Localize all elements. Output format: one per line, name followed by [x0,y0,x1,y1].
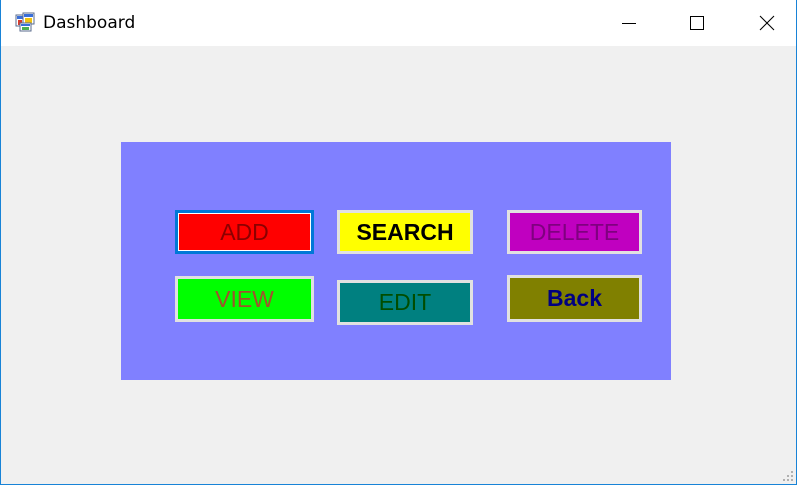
edit-button[interactable]: EDIT [337,280,473,325]
dashboard-window: Dashboard ADD SEARCH DELETE VIEW EDIT Ba… [0,0,797,485]
title-bar[interactable]: Dashboard [1,0,796,46]
back-button[interactable]: Back [507,275,642,322]
resize-grip-icon[interactable] [783,471,793,481]
close-button[interactable] [737,0,796,46]
close-icon [759,15,775,31]
add-button[interactable]: ADD [175,210,314,254]
dashboard-panel: ADD SEARCH DELETE VIEW EDIT Back [121,142,671,380]
maximize-button[interactable] [667,0,727,46]
maximize-icon [690,16,704,30]
view-button[interactable]: VIEW [175,276,314,322]
delete-button[interactable]: DELETE [507,210,642,254]
search-button[interactable]: SEARCH [337,210,473,254]
minimize-icon [622,23,636,24]
app-window-icon [15,12,35,32]
minimize-button[interactable] [599,0,659,46]
window-title: Dashboard [43,13,136,33]
